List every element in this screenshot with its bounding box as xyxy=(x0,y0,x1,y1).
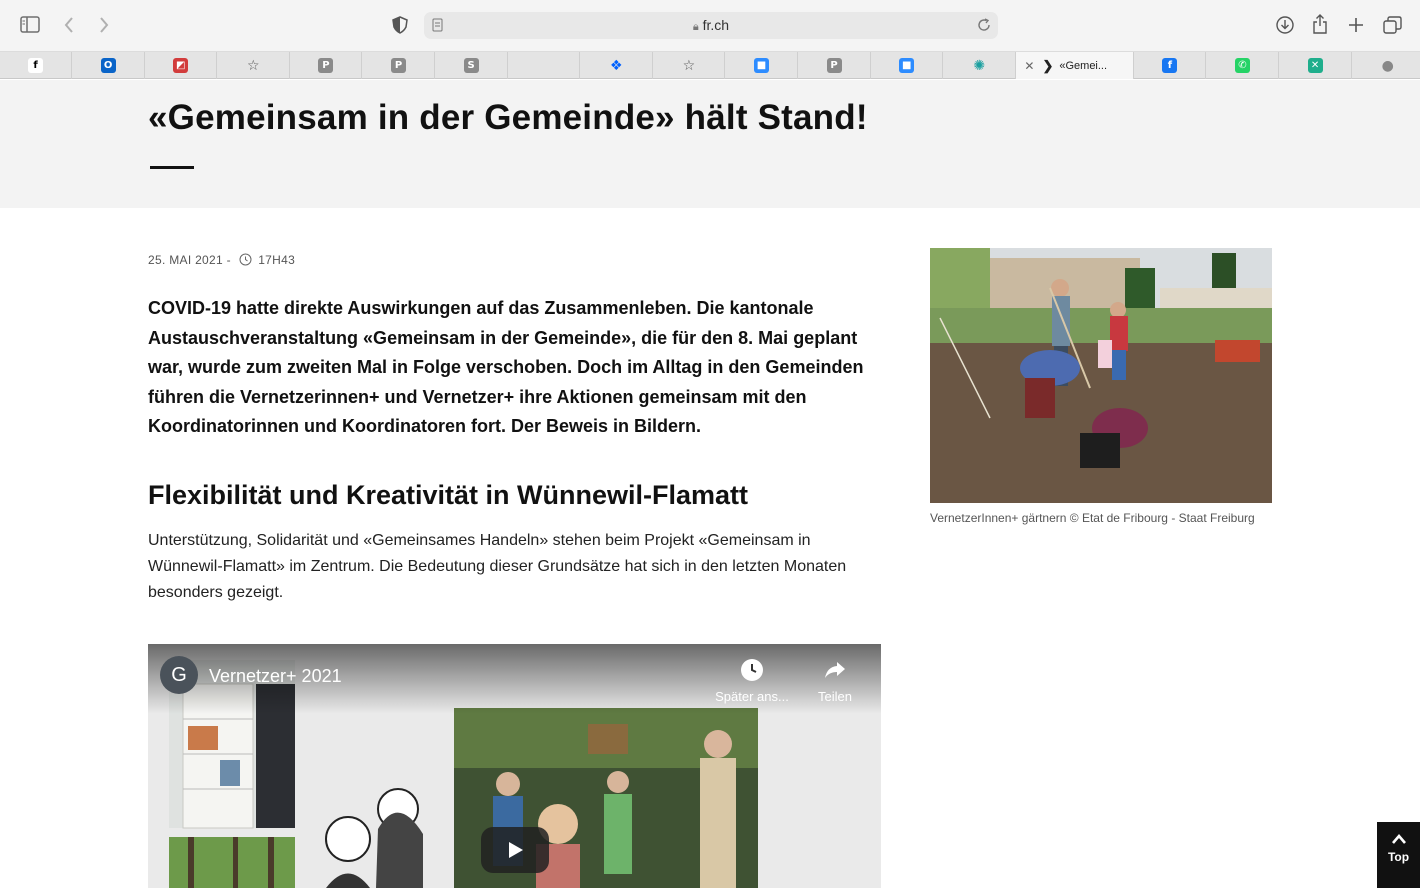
browser-tab[interactable]: ✕ xyxy=(1280,52,1352,79)
garden-photo xyxy=(930,248,1272,503)
browser-toolbar: 🔒︎ fr.ch xyxy=(0,0,1420,52)
forward-icon[interactable] xyxy=(98,16,110,34)
red-logo-icon: ◩ xyxy=(173,58,189,73)
watch-later-button[interactable]: Später ans... xyxy=(714,658,790,704)
active-tab[interactable]: ✕ ❯ «Gemei... xyxy=(1016,52,1135,79)
dropbox-icon: ❖ xyxy=(610,57,623,74)
zoom-icon: ■ xyxy=(754,58,769,73)
share-arrow-icon xyxy=(825,662,845,678)
browser-tab[interactable]: ■ xyxy=(726,52,798,79)
browser-tab[interactable]: ☆ xyxy=(218,52,290,79)
facebook-f-icon: f xyxy=(28,58,43,73)
zoom-icon: ■ xyxy=(899,58,915,73)
browser-tab[interactable]: f xyxy=(0,52,72,79)
browser-tab[interactable]: ❖ xyxy=(581,52,653,79)
blank-icon xyxy=(536,58,551,73)
download-icon[interactable] xyxy=(1276,16,1294,34)
fr-logo-icon: ❯ xyxy=(1042,57,1054,73)
article-paragraph: Unterstützung, Solidarität und «Gemeinsa… xyxy=(148,532,847,601)
watch-later-label: Später ans... xyxy=(715,689,789,704)
channel-avatar[interactable]: G xyxy=(160,656,198,694)
play-icon xyxy=(509,842,523,858)
video-embed[interactable]: G Vernetzer+ 2021 Später ans... Teilen xyxy=(148,644,881,888)
whatsapp-icon: ✆ xyxy=(1235,58,1250,73)
reload-icon[interactable] xyxy=(977,18,991,32)
title-divider xyxy=(150,166,194,169)
video-title[interactable]: Vernetzer+ 2021 xyxy=(209,666,342,687)
browser-tab[interactable]: S xyxy=(436,52,508,79)
privacy-shield-icon[interactable] xyxy=(392,16,408,34)
lock-icon: 🔒︎ xyxy=(692,21,699,33)
play-button[interactable] xyxy=(481,827,549,873)
outlook-icon: O xyxy=(100,58,116,73)
x-icon: ✕ xyxy=(1307,58,1323,73)
clock-icon xyxy=(741,659,763,681)
share-label: Teilen xyxy=(818,689,852,704)
browser-tab[interactable]: ■ xyxy=(871,52,944,79)
back-to-top-button[interactable]: Top xyxy=(1377,822,1420,888)
browser-tab[interactable]: O xyxy=(73,52,145,79)
article-photo xyxy=(930,248,1272,503)
active-tab-title: «Gemei... xyxy=(1059,59,1108,72)
clock-icon xyxy=(239,253,252,266)
facebook-icon: f xyxy=(1162,58,1178,73)
article-meta: 25. MAI 2021 - 17H43 xyxy=(148,253,295,267)
article-date: 25. MAI 2021 - xyxy=(148,253,231,267)
back-to-top-label: Top xyxy=(1387,850,1410,864)
p-icon: P xyxy=(391,58,406,73)
url-text: 🔒︎ fr.ch xyxy=(692,17,730,33)
browser-tab[interactable]: f xyxy=(1134,52,1207,79)
share-button[interactable]: Teilen xyxy=(808,658,862,704)
p-icon: P xyxy=(318,58,334,73)
p-icon: P xyxy=(826,58,842,73)
article-time: 17H43 xyxy=(258,253,296,267)
browser-tab[interactable]: ✆ xyxy=(1207,52,1279,79)
article-lead: COVID-19 hatte direkte Auswirkungen auf … xyxy=(148,298,864,436)
browser-tab[interactable]: P xyxy=(290,52,363,79)
browser-tab[interactable]: ✺ xyxy=(944,52,1016,79)
back-icon[interactable] xyxy=(63,16,75,34)
browser-tab[interactable]: ◩ xyxy=(145,52,218,79)
browser-tab[interactable] xyxy=(508,52,581,79)
close-tab-icon[interactable]: ✕ xyxy=(1024,59,1034,73)
new-tab-icon[interactable] xyxy=(1348,17,1364,33)
share-icon[interactable] xyxy=(1312,14,1328,34)
browser-tab[interactable]: P xyxy=(799,52,871,79)
browser-tab[interactable]: ● xyxy=(1352,52,1420,79)
tab-bar: f O ◩ ☆ P P S ❖ ☆ ■ P ■ ✺ ✕ ❯ «Gemei... f ✆ ✕ ● xyxy=(0,52,1420,79)
star-icon: ☆ xyxy=(682,57,696,74)
address-bar[interactable]: 🔒︎ fr.ch xyxy=(424,12,998,39)
arrow-up-icon xyxy=(1391,834,1406,844)
section-heading: Flexibilität und Kreativität in Wünnewil… xyxy=(148,480,749,510)
tab-overview-icon[interactable] xyxy=(1383,16,1402,34)
article-title: «Gemeinsam in der Gemeinde» hält Stand! xyxy=(148,98,868,137)
apple-icon: ● xyxy=(1381,57,1394,74)
browser-tab[interactable]: ☆ xyxy=(653,52,726,79)
star-icon: ☆ xyxy=(247,57,260,74)
dots-icon: ✺ xyxy=(973,57,986,74)
s-icon: S xyxy=(463,58,479,73)
photo-caption: VernetzerInnen+ gärtnern © Etat de Fribo… xyxy=(930,511,1255,525)
browser-tab[interactable]: P xyxy=(363,52,435,79)
sidebar-icon[interactable] xyxy=(20,16,40,33)
